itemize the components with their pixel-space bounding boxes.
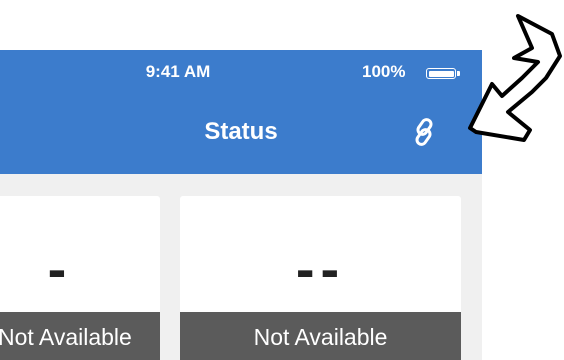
status-card[interactable]: -- Not Available — [180, 196, 461, 360]
battery-cap — [457, 71, 460, 76]
screenshot-stage: 9:41 AM 100% Status - Not Available -- N… — [0, 0, 564, 360]
nav-header: 9:41 AM 100% Status — [0, 50, 482, 174]
card-status-label: Not Available — [0, 312, 160, 360]
status-card[interactable]: - Not Available — [0, 196, 160, 360]
status-bar: 9:41 AM 100% — [0, 58, 482, 88]
status-time: 9:41 AM — [145, 62, 211, 81]
link-button[interactable] — [404, 112, 444, 152]
battery-percent: 100% — [362, 62, 406, 81]
battery-fill — [428, 70, 454, 77]
battery-icon — [426, 68, 456, 79]
card-status-label: Not Available — [180, 312, 461, 360]
card-value: - — [47, 237, 73, 300]
phone-screen: 9:41 AM 100% Status - Not Available -- N… — [0, 50, 482, 360]
card-value: -- — [295, 237, 346, 300]
link-icon — [415, 118, 433, 146]
